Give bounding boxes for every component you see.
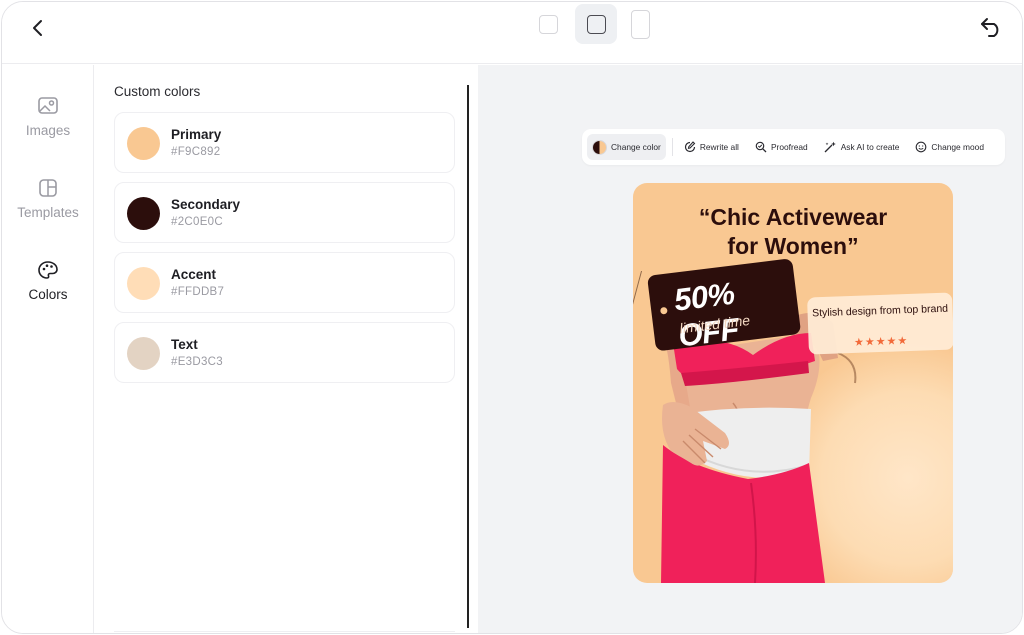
button-label: Ask AI to create <box>840 142 900 152</box>
sidebar-item-colors[interactable]: Colors <box>2 260 94 316</box>
rewrite-icon <box>684 141 696 153</box>
color-swatch[interactable] <box>127 127 160 160</box>
color-hex: #2C0E0C <box>171 216 223 228</box>
discount-tag[interactable]: 50% OFF limited time <box>647 258 802 354</box>
button-label: Proofread <box>770 142 808 152</box>
sidebar-item-templates[interactable]: Templates <box>2 178 94 234</box>
color-swatch[interactable] <box>127 337 160 370</box>
ask-ai-button[interactable]: Ask AI to create <box>819 134 905 160</box>
color-swatch[interactable] <box>127 267 160 300</box>
proofread-button[interactable]: Proofread <box>750 134 813 160</box>
color-card-secondary[interactable]: Secondary #2C0E0C <box>114 182 455 243</box>
color-hex: #FFDDB7 <box>171 286 225 298</box>
undo-button[interactable] <box>976 12 1008 42</box>
color-card-text[interactable]: Text #E3D3C3 <box>114 322 455 383</box>
sidebar-item-label: Images <box>25 123 71 138</box>
back-button[interactable] <box>24 14 52 42</box>
poster-headline[interactable]: “Chic Activewear for Women” <box>633 203 953 261</box>
color-name: Text <box>171 337 198 352</box>
change-color-button[interactable]: Change color <box>587 134 666 160</box>
color-name: Accent <box>171 267 217 282</box>
small-square-icon <box>538 14 558 34</box>
ai-sparkle-icon <box>824 141 836 153</box>
portrait-icon <box>630 9 650 39</box>
star-rating: ★★★★★ <box>853 335 909 349</box>
templates-icon <box>39 179 57 197</box>
color-name: Secondary <box>171 197 241 212</box>
color-hex: #E3D3C3 <box>171 356 223 368</box>
design-canvas: Change color Rewrite all Proofread Ask A… <box>478 65 1022 633</box>
color-name: Primary <box>171 127 222 142</box>
panel-scrollbar[interactable] <box>467 85 469 628</box>
sidebar-item-label: Colors <box>28 287 68 302</box>
discount-text: 50% OFF <box>672 275 741 354</box>
sidebar: Images Templates Colors <box>2 65 94 633</box>
toolbar-divider <box>671 138 673 156</box>
size-portrait-button[interactable] <box>627 8 653 40</box>
button-label: Change color <box>611 142 661 152</box>
smile-icon <box>916 141 927 153</box>
panel-title: Custom colors <box>114 84 201 99</box>
rating-text: Stylish design from top brand <box>811 302 949 320</box>
app-window: Images Templates Colors Custom colors Pr… <box>1 1 1023 634</box>
size-square-button[interactable] <box>575 4 617 44</box>
headline-line-2: for Women” <box>727 233 859 259</box>
square-icon <box>586 14 606 34</box>
palette-icon <box>38 261 58 279</box>
color-half-icon <box>592 139 607 155</box>
proofread-icon <box>755 141 767 153</box>
image-icon <box>38 97 58 114</box>
colors-panel: Custom colors Primary #F9C892 Secondary … <box>95 65 467 633</box>
ai-toolbar: Change color Rewrite all Proofread Ask A… <box>582 129 1005 165</box>
canvas-size-switcher <box>535 4 653 44</box>
color-hex: #F9C892 <box>171 146 221 158</box>
color-card-primary[interactable]: Primary #F9C892 <box>114 112 455 173</box>
undo-icon <box>981 18 999 37</box>
button-label: Change mood <box>931 142 984 152</box>
sidebar-item-label: Templates <box>17 205 79 220</box>
color-card-accent[interactable]: Accent #FFDDB7 <box>114 252 455 313</box>
color-swatch[interactable] <box>127 197 160 230</box>
top-bar <box>2 2 1022 64</box>
rewrite-all-button[interactable]: Rewrite all <box>679 134 744 160</box>
headline-line-1: “Chic Activewear <box>698 204 888 230</box>
sidebar-item-images[interactable]: Images <box>2 96 94 152</box>
panel-bottom-edge <box>114 631 455 633</box>
tag-hole <box>659 306 668 315</box>
poster-design[interactable]: “Chic Activewear for Women” 50% OFF limi… <box>633 183 953 583</box>
change-mood-button[interactable]: Change mood <box>910 134 989 160</box>
size-small-square-button[interactable] <box>535 11 561 37</box>
rating-card[interactable]: Stylish design from top brand ★★★★★ <box>807 292 953 355</box>
chevron-left-icon <box>33 20 42 36</box>
button-label: Rewrite all <box>699 142 739 152</box>
